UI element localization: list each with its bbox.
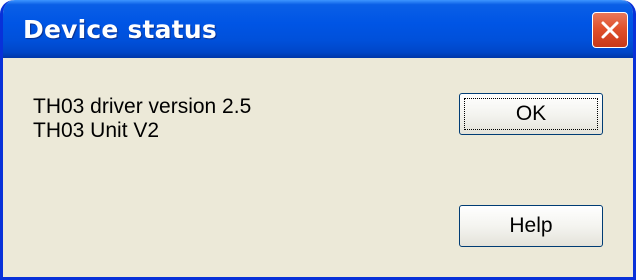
ok-button-label: OK bbox=[515, 102, 547, 125]
window-title: Device status bbox=[23, 15, 217, 44]
driver-version-text: TH03 driver version 2.5 bbox=[33, 95, 252, 118]
close-button[interactable] bbox=[592, 12, 628, 48]
title-bar[interactable]: Device status bbox=[3, 0, 633, 58]
unit-version-text: TH03 Unit V2 bbox=[33, 119, 160, 142]
dialog-body: TH03 driver version 2.5 TH03 Unit V2 OK … bbox=[3, 58, 633, 277]
ok-button[interactable]: OK bbox=[459, 93, 603, 135]
close-icon bbox=[601, 21, 619, 39]
help-button-label: Help bbox=[509, 214, 553, 237]
help-button[interactable]: Help bbox=[459, 205, 603, 247]
device-status-dialog: Device status TH03 driver version 2.5 TH… bbox=[0, 0, 636, 280]
